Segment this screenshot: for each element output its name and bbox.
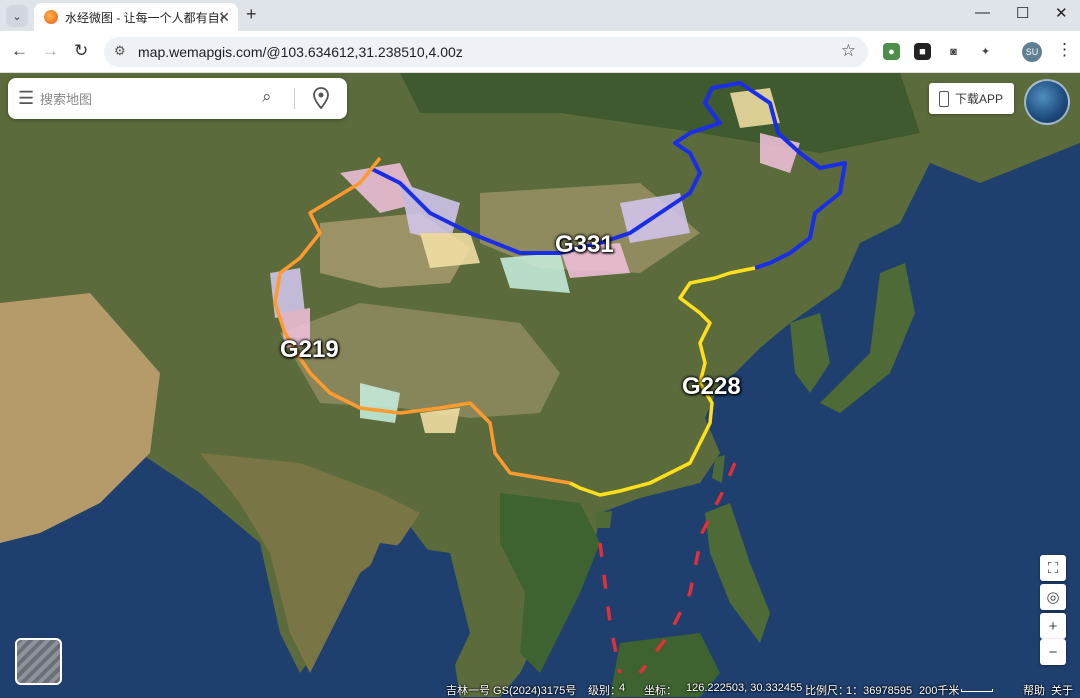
- browser-tab-bar: ⌄ 水经微图 - 让每一个人都有自己的地图 ✕ + — ☐ ✕: [0, 0, 1080, 31]
- coords-value: 126.222503, 30.332455: [686, 682, 803, 694]
- scale-label: 比例尺：: [805, 685, 849, 697]
- search-divider: [294, 88, 295, 109]
- extension-icon[interactable]: ■: [914, 43, 931, 60]
- menu-hamburger-icon[interactable]: ☰: [18, 88, 34, 109]
- address-bar[interactable]: ⚙ map.wemapgis.com/@103.634612,31.238510…: [104, 37, 868, 67]
- satellite-map[interactable]: G331 G219 G228 ☰ ⌕ 下载APP ⛶ ◎ + −: [0, 73, 1080, 697]
- locate-icon[interactable]: ◎: [1040, 584, 1066, 610]
- profile-avatar[interactable]: SU: [1022, 42, 1042, 62]
- download-app-button[interactable]: 下载APP: [929, 83, 1014, 114]
- active-tab[interactable]: 水经微图 - 让每一个人都有自己的地图 ✕: [34, 3, 238, 31]
- menu-kebab-icon[interactable]: ⋮: [1056, 40, 1073, 60]
- close-window-icon[interactable]: ✕: [1055, 4, 1068, 22]
- globe-view-icon[interactable]: [1024, 79, 1070, 125]
- search-icon[interactable]: ⌕: [262, 87, 272, 107]
- fullscreen-icon[interactable]: ⛶: [1040, 555, 1066, 581]
- browser-toolbar: ← → ↻ ⚙ map.wemapgis.com/@103.634612,31.…: [0, 31, 1080, 73]
- layer-switch-thumbnail[interactable]: [15, 638, 62, 685]
- close-tab-icon[interactable]: ✕: [218, 9, 230, 26]
- download-app-label: 下载APP: [955, 92, 1004, 106]
- level-label: 级别：: [588, 685, 621, 697]
- g219-label: G219: [280, 336, 339, 363]
- search-input[interactable]: [40, 89, 250, 109]
- map-canvas[interactable]: [0, 73, 1080, 697]
- g331-label: G331: [555, 231, 614, 258]
- site-favicon-icon: [44, 10, 58, 24]
- zoom-in-button[interactable]: +: [1040, 613, 1066, 639]
- imagery-source: 吉林一号 GS(2024)3175号: [446, 685, 577, 697]
- url-text[interactable]: map.wemapgis.com/@103.634612,31.238510,4…: [138, 44, 463, 60]
- site-info-icon[interactable]: ⚙: [114, 43, 126, 59]
- scale-bar-label: 200千米: [919, 685, 960, 697]
- bookmark-star-icon[interactable]: ☆: [841, 41, 856, 61]
- camera-icon[interactable]: ◙: [945, 43, 962, 60]
- extension-icon[interactable]: ●: [883, 43, 900, 60]
- back-icon[interactable]: ←: [11, 41, 28, 61]
- maximize-icon[interactable]: ☐: [1016, 4, 1029, 22]
- g228-label: G228: [682, 373, 741, 400]
- help-link[interactable]: 帮助: [1023, 682, 1045, 698]
- extensions-puzzle-icon[interactable]: ✦: [977, 43, 994, 60]
- minimize-icon[interactable]: —: [975, 4, 990, 21]
- map-search-box: ☰ ⌕: [8, 78, 347, 119]
- phone-icon: [939, 90, 949, 107]
- tab-search-icon[interactable]: ⌄: [6, 5, 28, 27]
- forward-icon[interactable]: →: [42, 41, 59, 61]
- scale-value: 1：36978595: [846, 685, 913, 697]
- level-value: 4: [619, 682, 626, 694]
- new-tab-button[interactable]: +: [246, 4, 257, 25]
- scale-bar: [961, 689, 993, 692]
- hainan: [595, 511, 612, 528]
- coords-label: 坐标：: [644, 685, 677, 697]
- reload-icon[interactable]: ↻: [74, 41, 88, 61]
- about-link[interactable]: 关于: [1051, 682, 1073, 698]
- tab-title: 水经微图 - 让每一个人都有自己的地图: [65, 10, 223, 25]
- zoom-out-button[interactable]: −: [1040, 639, 1066, 665]
